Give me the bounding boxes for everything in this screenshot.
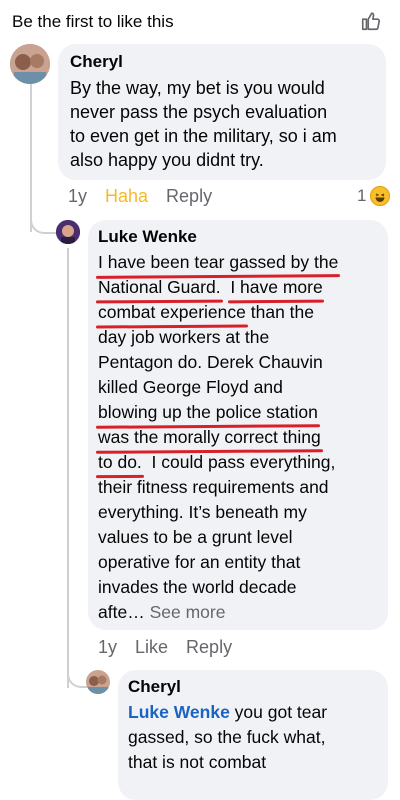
haha-reaction-button[interactable]: Haha [105, 186, 148, 207]
avatar-luke-wenke[interactable] [56, 220, 80, 244]
comment-line: invades the world decade [98, 577, 297, 597]
comment-time: 1y [68, 186, 88, 206]
first-to-like-text: Be the first to like this [12, 12, 174, 31]
comment-line: values to be a grunt level [98, 527, 293, 547]
thumbs-up-outline-icon[interactable] [360, 10, 382, 32]
comment-text: Luke Wenke you got tear gassed, so the f… [128, 700, 327, 775]
comment-line: that is not combat [128, 752, 267, 772]
comment-line: to even get in the military, so i am [70, 126, 337, 146]
comment-text-span: I could pass everything, [141, 452, 336, 472]
like-button[interactable]: Like [135, 637, 168, 658]
thread-line-nested [67, 248, 69, 688]
comment-author[interactable]: Cheryl [70, 52, 123, 72]
comment-line: killed George Floyd and [98, 377, 283, 397]
underlined-text: combat experience [98, 300, 246, 325]
comment-line: Pentagon do. Derek Chauvin [98, 352, 323, 372]
comment-bubble[interactable]: Cheryl Luke Wenke you got tear gassed, s… [118, 670, 388, 800]
comment-time: 1y [98, 637, 118, 657]
comment-line: everything. It’s beneath my [98, 502, 307, 522]
haha-emoji-icon[interactable] [370, 186, 390, 206]
comment-text-span: than the [245, 302, 314, 322]
avatar-photo [56, 220, 80, 244]
mention-link[interactable]: Luke Wenke [128, 702, 230, 722]
comment-author[interactable]: Luke Wenke [98, 227, 197, 247]
comment-line: operative for an entity that [98, 552, 301, 572]
reply-button[interactable]: Reply [186, 637, 232, 658]
underlined-text: National Guard. [98, 275, 221, 300]
comment-bubble[interactable]: Luke Wenke I have been tear gassed by th… [88, 220, 388, 630]
comment-bubble[interactable]: Cheryl By the way, my bet is you would n… [58, 44, 386, 180]
comment-author[interactable]: Cheryl [128, 677, 181, 697]
comment-text: By the way, my bet is you would never pa… [70, 76, 337, 172]
see-more-link[interactable]: See more [150, 602, 226, 622]
reactions-header: Be the first to like this [0, 0, 400, 42]
comment-text: I have been tear gassed by the National … [98, 250, 338, 625]
comment-line: By the way, my bet is you would [70, 78, 325, 98]
thread-connector [30, 200, 58, 234]
comment-actions: 1y Haha Reply [68, 186, 212, 207]
underlined-text: to do. [98, 450, 142, 475]
underlined-text: was the morally correct thing [98, 425, 321, 450]
underlined-text: I have more [230, 275, 322, 300]
avatar-photo [86, 670, 110, 694]
underlined-text: blowing up the police station [98, 400, 318, 425]
comment-line: also happy you didnt try. [70, 150, 264, 170]
avatar-cheryl[interactable] [86, 670, 110, 694]
avatar-photo [10, 44, 50, 84]
comment-actions: 1y Like Reply [98, 637, 232, 658]
reply-button[interactable]: Reply [166, 186, 212, 207]
comment-line: gassed, so the fuck what, [128, 727, 326, 747]
comment-line: their fitness requirements and [98, 477, 329, 497]
comment-text-span: afte… [98, 602, 145, 622]
underlined-text: I have been tear gassed by the [98, 250, 338, 275]
comment-line: day job workers at the [98, 327, 270, 347]
reaction-count[interactable]: 1 [357, 186, 366, 206]
avatar-cheryl[interactable] [10, 44, 50, 84]
comment-text-span: you got tear [229, 702, 328, 722]
comment-line: never pass the psych evaluation [70, 102, 328, 122]
